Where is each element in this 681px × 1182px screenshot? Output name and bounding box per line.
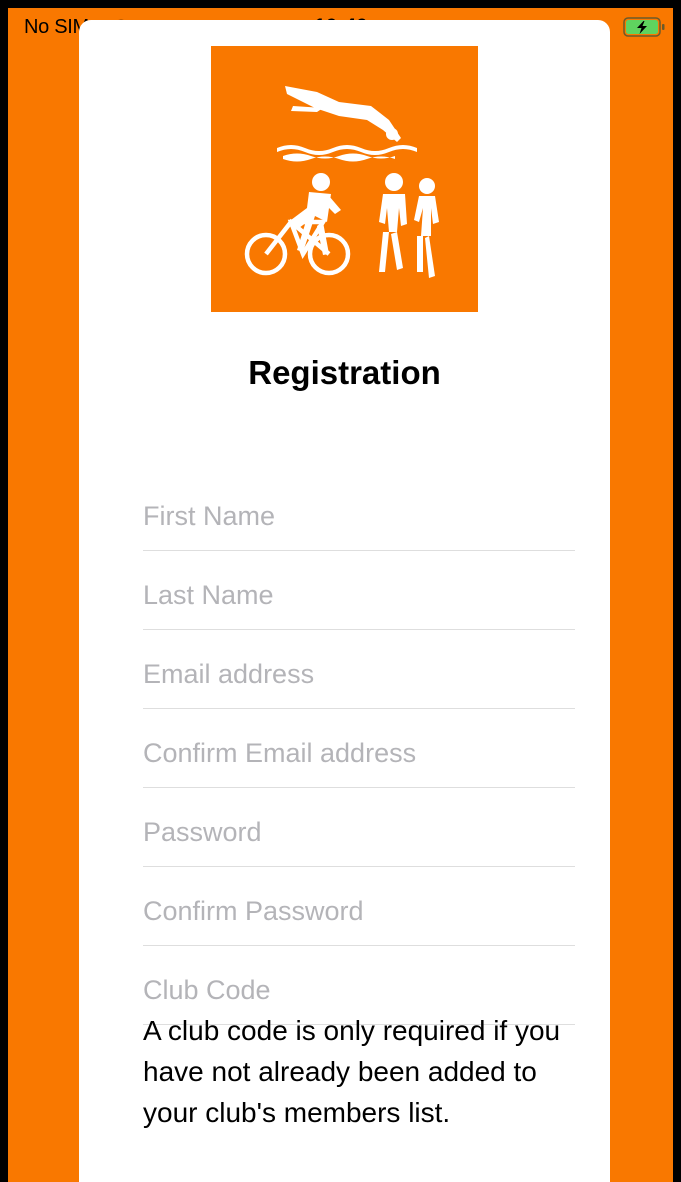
club-code-input[interactable] [143, 975, 575, 1006]
registration-card: Registration A club code is only require… [79, 20, 610, 1182]
page-title: Registration [248, 354, 441, 391]
password-input[interactable] [143, 817, 575, 848]
last-name-field [143, 550, 575, 630]
first-name-field [143, 471, 575, 551]
confirm-password-input[interactable] [143, 896, 575, 927]
email-field [143, 629, 575, 709]
club-code-hint: A club code is only required if you have… [143, 1015, 561, 1128]
battery-charging-icon [623, 17, 665, 37]
password-field [143, 787, 575, 867]
app-screen: No SIM 10:40 [8, 8, 673, 1182]
email-input[interactable] [143, 659, 575, 690]
triathlon-logo-graphic [244, 86, 439, 278]
confirm-password-field [143, 866, 575, 946]
first-name-input[interactable] [143, 501, 575, 532]
confirm-email-input[interactable] [143, 738, 575, 769]
last-name-input[interactable] [143, 580, 575, 611]
triathlon-logo-icon [211, 46, 478, 312]
confirm-email-field [143, 708, 575, 788]
